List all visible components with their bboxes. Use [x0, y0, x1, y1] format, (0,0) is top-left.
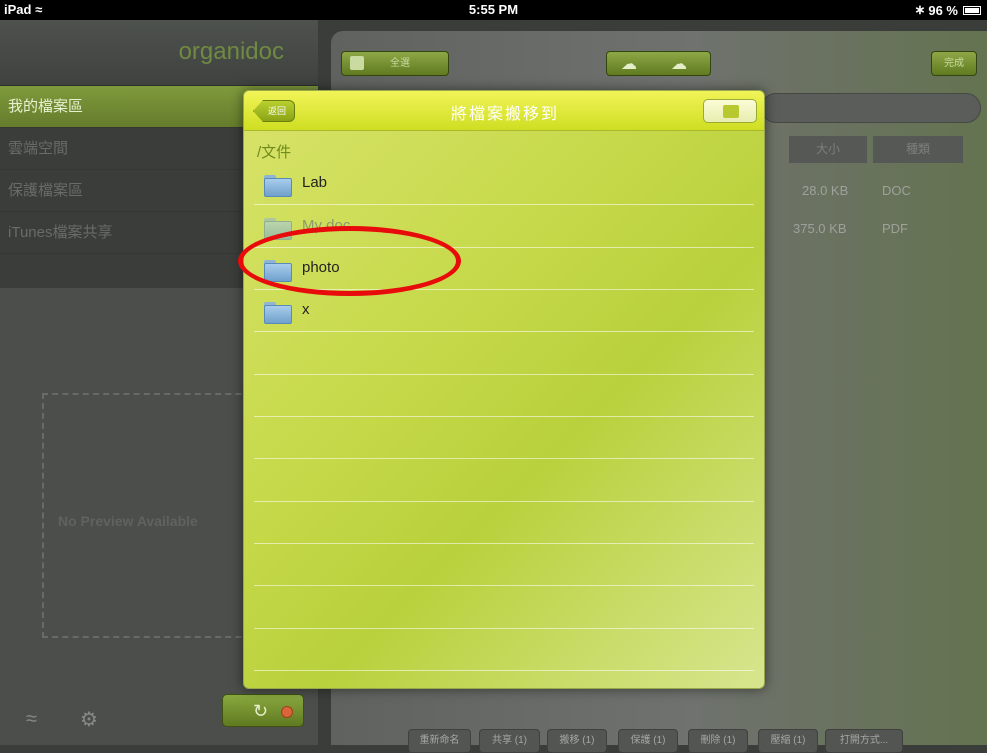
- divider: [254, 670, 754, 671]
- preview-placeholder: No Preview Available: [58, 513, 198, 529]
- gear-icon[interactable]: ⚙: [80, 707, 98, 732]
- move-file-popup: 返回 將檔案搬移到 /文件 Lab My doc photo x: [243, 90, 765, 689]
- file-size: 375.0 KB: [793, 221, 847, 236]
- divider: [254, 416, 754, 417]
- bluetooth-icon: ∗: [914, 2, 926, 17]
- column-size[interactable]: 大小: [789, 136, 867, 163]
- file-type: PDF: [882, 221, 908, 236]
- delete-button[interactable]: 刪除 (1): [688, 729, 748, 753]
- divider: [254, 458, 754, 459]
- toolbar-left-group: 全選: [341, 51, 449, 76]
- open-with-button[interactable]: 打開方式...: [825, 729, 903, 753]
- rename-button[interactable]: 重新命名: [408, 729, 471, 753]
- highlight-annotation: [238, 226, 461, 296]
- cloud-buttons: ☁ ☁: [606, 51, 711, 76]
- divider: [254, 585, 754, 586]
- divider: [254, 628, 754, 629]
- cloud-lock-icon[interactable]: ☁: [671, 53, 687, 76]
- compress-button[interactable]: 壓縮 (1): [758, 729, 818, 753]
- folder-add-icon[interactable]: [350, 56, 364, 70]
- sync-icon: ↻: [253, 701, 269, 721]
- divider: [254, 543, 754, 544]
- current-path: /文件: [257, 144, 292, 161]
- status-right: ∗ 96 %: [914, 2, 981, 18]
- app-logo: organidoc: [178, 38, 284, 65]
- divider: [254, 501, 754, 502]
- protect-button[interactable]: 保護 (1): [618, 729, 678, 753]
- folder-icon: [264, 175, 292, 197]
- folder-add-icon: [723, 105, 739, 118]
- move-button[interactable]: 搬移 (1): [547, 729, 607, 753]
- divider: [254, 374, 754, 375]
- sync-button[interactable]: ↻: [222, 694, 304, 727]
- share-button[interactable]: 共享 (1): [479, 729, 540, 753]
- search-input[interactable]: [761, 93, 981, 123]
- folder-name: Lab: [302, 174, 328, 191]
- folder-name: x: [302, 301, 310, 318]
- battery-percent: 96 %: [928, 2, 958, 18]
- status-time: 5:55 PM: [468, 2, 519, 17]
- new-folder-button[interactable]: [703, 99, 757, 123]
- popup-header: 返回 將檔案搬移到: [244, 91, 764, 131]
- cloud-upload-icon[interactable]: ☁: [621, 53, 637, 76]
- logo-bar: organidoc: [0, 20, 318, 86]
- record-icon: [281, 706, 293, 718]
- done-button[interactable]: 完成: [931, 51, 977, 76]
- select-all-button[interactable]: 全選: [390, 52, 410, 75]
- column-type[interactable]: 種類: [873, 136, 963, 163]
- toolbar: 全選 ☁ ☁ 完成: [331, 31, 987, 93]
- file-size: 28.0 KB: [802, 183, 849, 198]
- wifi-sharing-icon[interactable]: ≈: [26, 708, 37, 731]
- folder-row-x[interactable]: x: [254, 290, 754, 332]
- popup-title: 將檔案搬移到: [450, 106, 559, 123]
- folder-icon: [264, 302, 292, 324]
- status-bar: iPad ≈ 5:55 PM ∗ 96 %: [0, 0, 987, 20]
- file-type: DOC: [882, 183, 911, 198]
- battery-icon: [963, 5, 981, 15]
- folder-row-lab[interactable]: Lab: [254, 163, 754, 205]
